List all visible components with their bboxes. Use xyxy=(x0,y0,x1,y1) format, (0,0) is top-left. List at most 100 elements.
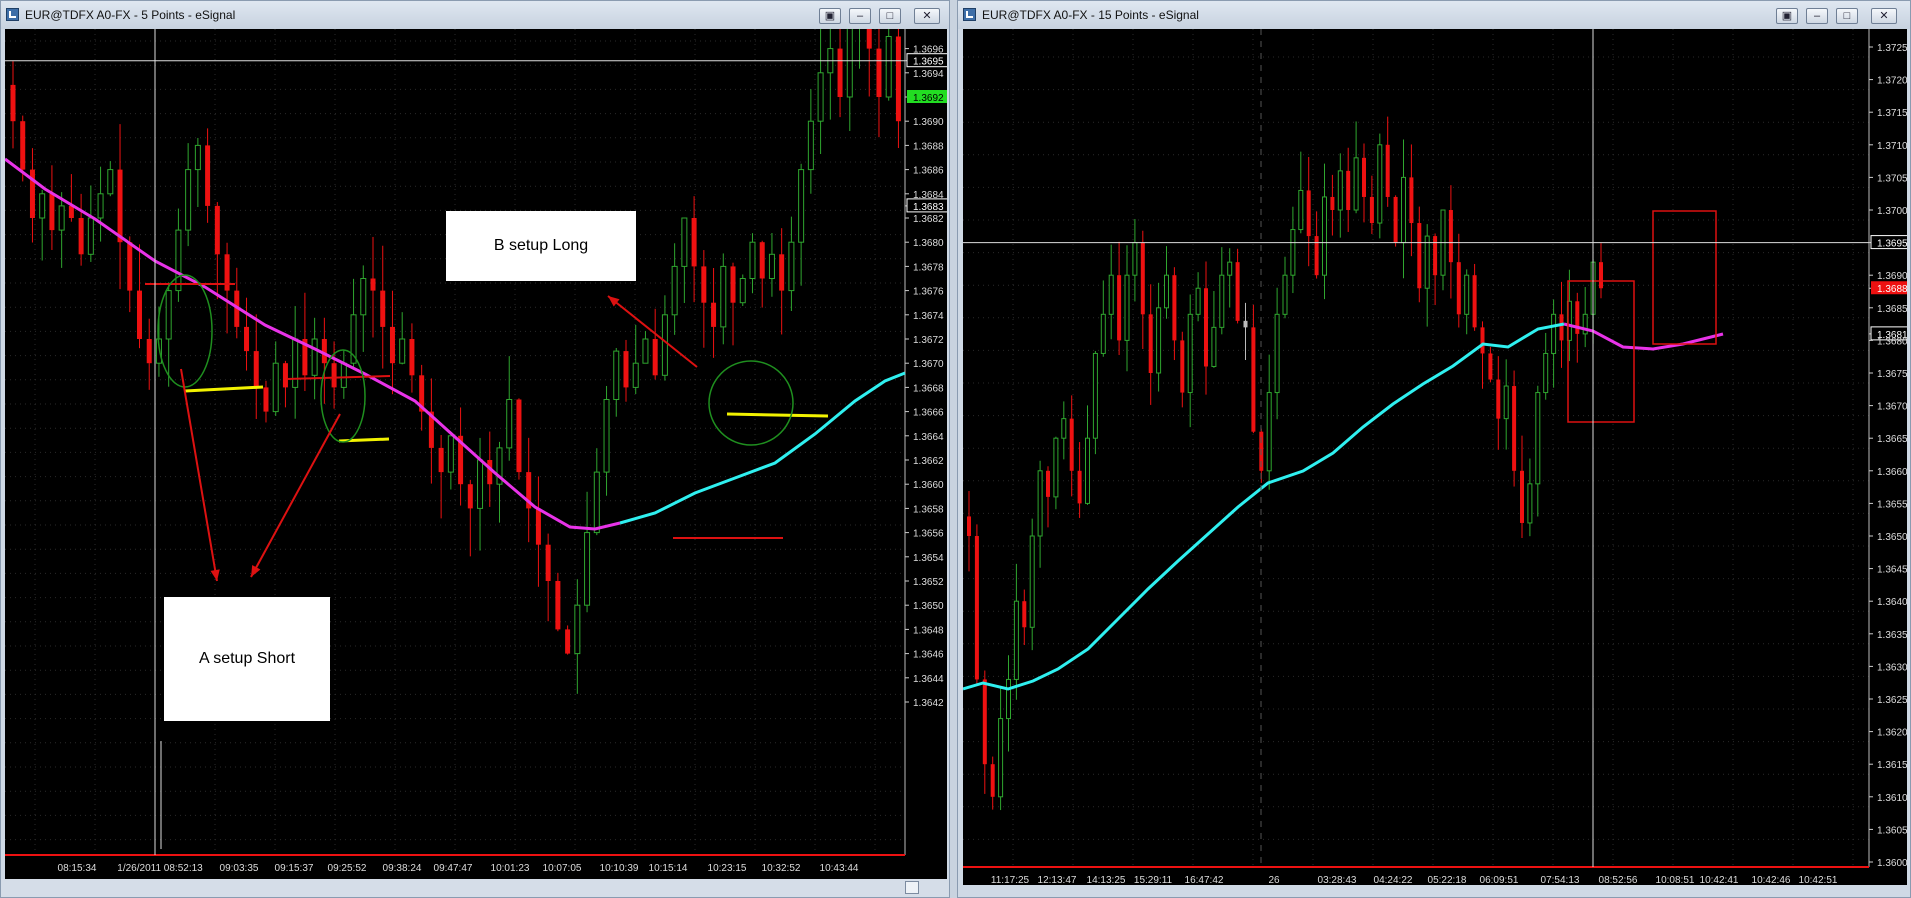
candle-body xyxy=(1235,262,1240,321)
time-label: 10:42:51 xyxy=(1799,875,1838,885)
price-label: 1.3658 xyxy=(913,504,944,515)
price-tick: 1.3695 xyxy=(905,53,947,68)
candle-body xyxy=(788,241,795,292)
candle-body xyxy=(1117,275,1122,341)
candle-body xyxy=(1353,157,1359,211)
annotation-yellow-line xyxy=(726,412,829,418)
price-label: 1.3652 xyxy=(913,577,944,588)
chart-svg: 1.3725 1.3720 1.3715 1.3710 1.3705 1.3700 1.36… xyxy=(963,29,1907,885)
candle-body xyxy=(807,120,814,171)
time-label: 08:52:56 xyxy=(1599,875,1638,885)
chart-window-15-points[interactable]: EUR@TDFX A0-FX - 15 Points - eSignal ▣ –… xyxy=(957,0,1911,898)
candle-body xyxy=(214,205,220,255)
candle-body xyxy=(136,290,142,339)
candle-body xyxy=(1456,262,1461,315)
minimize-button[interactable]: – xyxy=(1806,8,1828,24)
price-tick: 1.3683 xyxy=(905,198,947,213)
time-label: 09:15:37 xyxy=(275,863,314,874)
title-bar[interactable]: EUR@TDFX A0-FX - 5 Points - eSignal ▣ – … xyxy=(1,1,949,29)
candle-body xyxy=(1298,189,1304,231)
price-chart-5-points[interactable]: 1.37061.37041.37021.37001.36981.36961.36… xyxy=(5,29,947,881)
candle-body xyxy=(58,205,65,231)
candle-body xyxy=(1599,262,1603,289)
candle xyxy=(885,29,892,101)
candle-body xyxy=(817,72,824,122)
price-label: 1.3682 xyxy=(913,214,944,225)
price-label: 1.3635 xyxy=(1877,630,1907,641)
time-label: 08:15:34 xyxy=(58,863,97,874)
close-button[interactable]: ✕ xyxy=(1871,8,1897,24)
candle-body xyxy=(1211,326,1217,367)
maximize-button[interactable]: □ xyxy=(1836,8,1858,24)
candle-body xyxy=(1520,470,1524,523)
candle-body xyxy=(739,278,746,304)
candle-body xyxy=(438,447,444,473)
window-title: EUR@TDFX A0-FX - 15 Points - eSignal xyxy=(982,8,1199,22)
candle xyxy=(1377,133,1383,239)
candle-body xyxy=(846,29,853,98)
restore-chart-button[interactable]: ▣ xyxy=(1776,8,1798,24)
price-label: 1.3700 xyxy=(1877,206,1907,217)
minimize-button[interactable]: – xyxy=(849,8,871,24)
price-label: 1.3610 xyxy=(1877,793,1907,804)
candle-body xyxy=(1472,275,1477,328)
candle-body xyxy=(311,338,318,376)
candle-body xyxy=(399,338,406,364)
price-label: 1.3676 xyxy=(913,287,944,298)
candle-body xyxy=(49,193,55,231)
candle-body xyxy=(487,460,493,485)
candle-body xyxy=(1393,196,1398,243)
candle-body xyxy=(974,536,979,680)
time-label: 03:28:43 xyxy=(1318,875,1357,885)
candle-body xyxy=(1219,274,1225,328)
time-label: 11:17:25 xyxy=(991,875,1030,885)
candle-body xyxy=(1401,176,1406,244)
candle-body xyxy=(885,36,892,98)
candle-body xyxy=(97,193,104,219)
price-label: 1.3720 xyxy=(1877,76,1907,87)
horizontal-scrollbar[interactable] xyxy=(1,879,949,897)
candle-body xyxy=(535,508,541,545)
restore-chart-button[interactable]: ▣ xyxy=(819,8,841,24)
price-chart-15-points[interactable]: 1.3725 1.3720 1.3715 1.3710 1.3705 1.3700 1.36… xyxy=(963,29,1907,885)
price-label: 1.3686 xyxy=(913,166,944,177)
title-bar[interactable]: EUR@TDFX A0-FX - 15 Points - eSignal ▣ –… xyxy=(958,1,1910,29)
candle-body xyxy=(1322,196,1327,276)
candle-body xyxy=(711,302,717,327)
price-label: 1.3605 xyxy=(1877,825,1907,836)
price-label: 1.3690 xyxy=(913,117,944,128)
candle-body xyxy=(990,764,995,797)
price-label: 1.3664 xyxy=(913,432,944,443)
candle-body xyxy=(603,399,610,473)
maximize-button[interactable]: □ xyxy=(879,8,901,24)
time-label: 10:15:14 xyxy=(649,863,688,874)
candle xyxy=(565,625,571,655)
candle-body xyxy=(1132,242,1138,276)
candle-body xyxy=(146,339,152,364)
candle-body xyxy=(779,254,785,291)
candle-body xyxy=(321,339,327,364)
time-label: 05:22:18 xyxy=(1428,875,1467,885)
price-label: 1.3690 xyxy=(1877,271,1907,282)
time-label: 10:08:51 xyxy=(1656,875,1695,885)
candle-body xyxy=(380,290,386,327)
chart-window-5-points[interactable]: EUR@TDFX A0-FX - 5 Points - eSignal ▣ – … xyxy=(0,0,950,898)
price-tick: 1.3692 xyxy=(905,90,947,104)
time-label: 10:10:39 xyxy=(600,863,639,874)
time-label: 26 xyxy=(1268,875,1280,885)
candle-body xyxy=(127,242,133,291)
price-label: 1.3600 xyxy=(1877,858,1907,869)
time-label: 10:07:05 xyxy=(543,863,582,874)
candle-body xyxy=(447,435,454,473)
candle-body xyxy=(632,362,639,388)
scroll-thumb[interactable] xyxy=(905,881,919,894)
candle-body xyxy=(1037,470,1043,537)
candle-body xyxy=(205,145,211,206)
price-label: 1.3668 xyxy=(913,383,944,394)
time-label: 07:54:13 xyxy=(1541,875,1580,885)
candle-body xyxy=(506,399,513,449)
price-label: 1.3688 xyxy=(913,141,944,152)
price-label: 1.3650 xyxy=(1877,532,1907,543)
candle-body xyxy=(1022,601,1027,628)
close-button[interactable]: ✕ xyxy=(914,8,940,24)
